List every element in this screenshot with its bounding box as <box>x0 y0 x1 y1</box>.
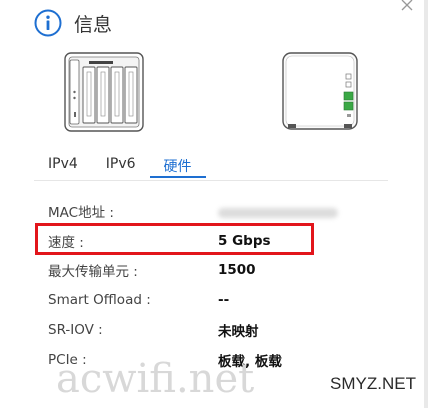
mac-address-value-redacted <box>218 207 338 218</box>
tab-ipv6[interactable]: IPv6 <box>92 152 150 178</box>
corner-watermark: SMYZ.NET <box>330 374 416 393</box>
tab-divider <box>34 180 388 181</box>
row-sr-iov: SR-IOV : 未映射 <box>48 315 408 345</box>
mac-address-label: MAC地址 : <box>48 204 114 221</box>
info-icon <box>34 9 62 37</box>
dialog-title: 信息 <box>74 13 113 36</box>
hardware-info-list: MAC地址 : 速度 : 5 Gbps 最大传输单元 : 1500 Smart … <box>48 196 408 375</box>
row-mtu: 最大传输单元 : 1500 <box>48 256 408 286</box>
row-smart-offload: Smart Offload : -- <box>48 285 408 315</box>
smart-offload-value: -- <box>218 292 230 309</box>
sr-iov-value: 未映射 <box>218 324 259 341</box>
speed-value: 5 Gbps <box>218 232 271 249</box>
sr-iov-label: SR-IOV : <box>48 322 103 339</box>
close-icon[interactable] <box>400 0 414 14</box>
dialog-edge <box>424 0 428 408</box>
smart-offload-label: Smart Offload : <box>48 292 151 309</box>
tab-bar: IPv4 IPv6 硬件 <box>34 152 206 178</box>
watermark-text: acwifi.net <box>56 356 255 402</box>
mtu-label: 最大传输单元 : <box>48 264 138 281</box>
speed-label: 速度 : <box>48 234 84 251</box>
tab-ipv4[interactable]: IPv4 <box>34 152 92 178</box>
mtu-value: 1500 <box>218 262 256 279</box>
info-dialog: 信息 IPv4 IPv6 硬件 MAC地址: 速度: 5 Gbps 最大传输… <box>0 0 428 408</box>
row-speed: 速度 : 5 Gbps <box>48 226 408 256</box>
dialog-header: 信息 <box>34 8 112 38</box>
tab-hardware[interactable]: 硬件 <box>149 152 206 178</box>
nas-back-image <box>282 52 358 130</box>
row-mac-address: MAC地址 : <box>48 196 408 226</box>
nas-front-image <box>64 52 144 132</box>
